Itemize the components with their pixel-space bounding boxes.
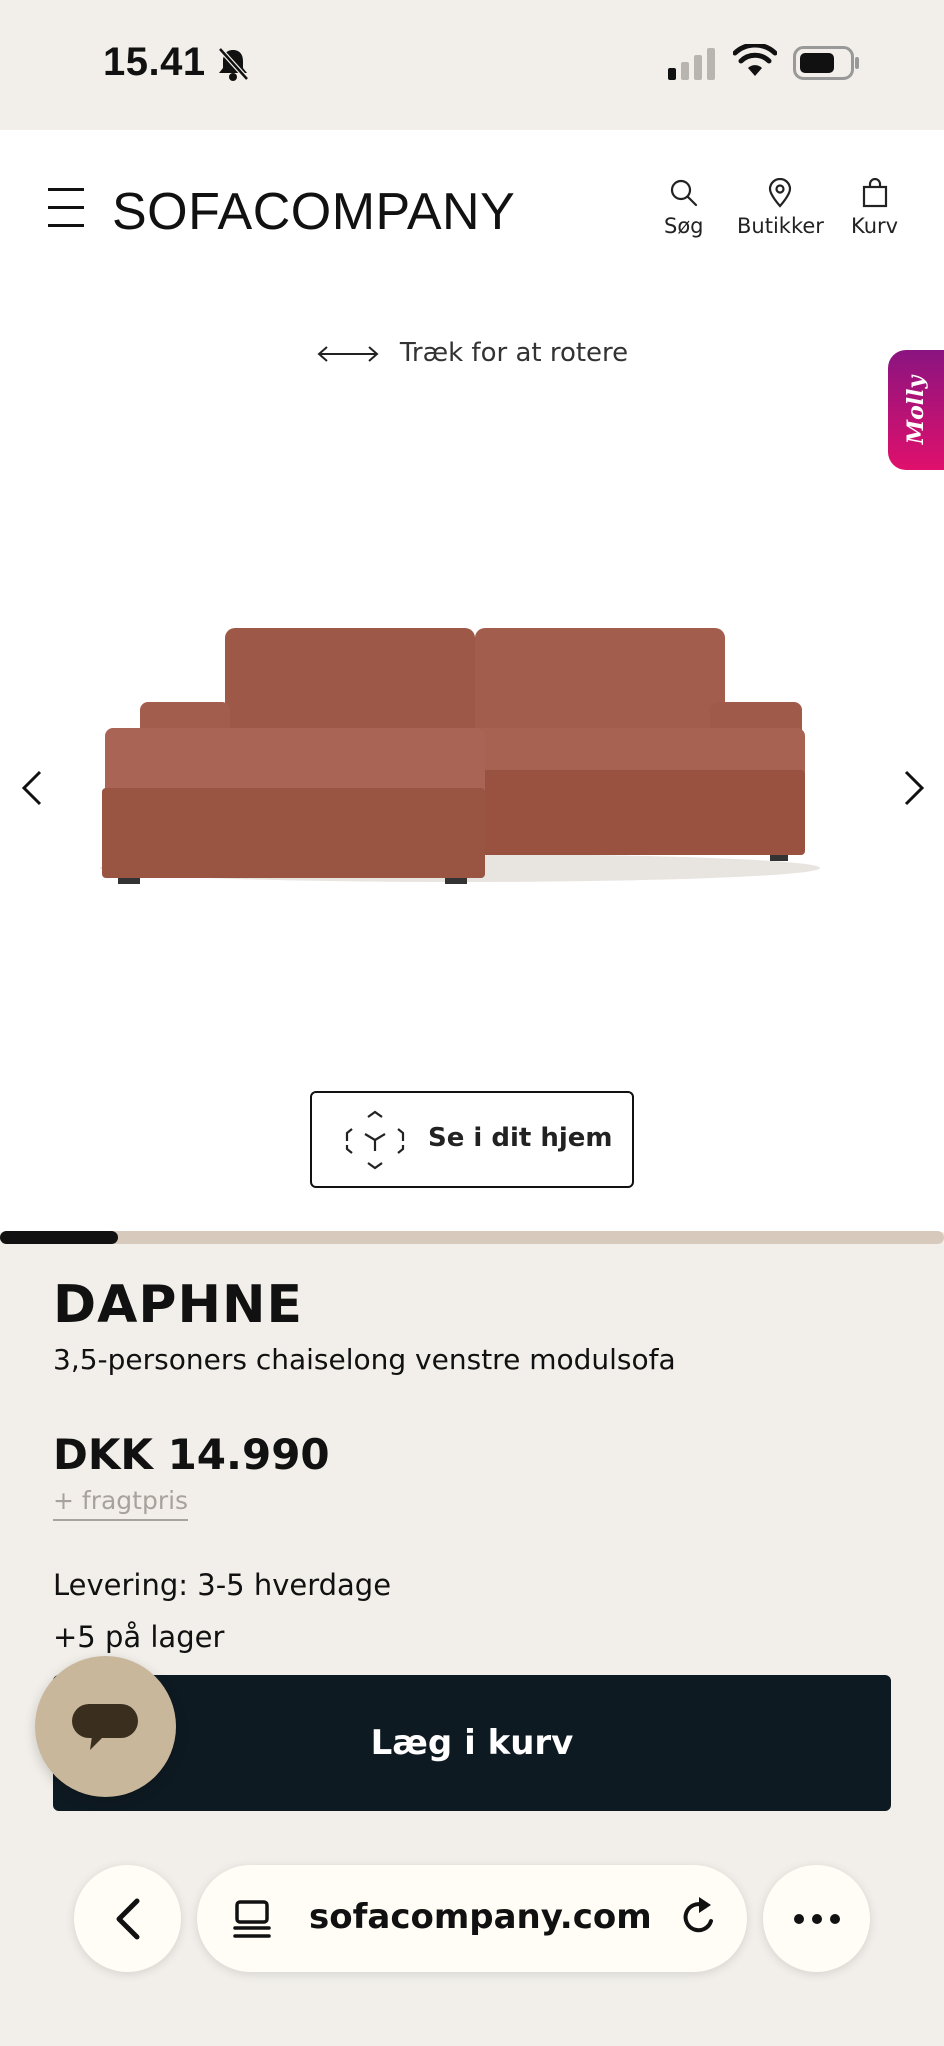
wifi-icon [733, 44, 777, 76]
bell-muted-icon [218, 47, 249, 81]
browser-toolbar: sofacompany.com [0, 1830, 944, 2046]
battery-icon [793, 46, 859, 80]
freight-price-link[interactable]: + fragtpris [53, 1486, 189, 1521]
status-time: 15.41 [103, 40, 206, 84]
cart-label: Kurv [851, 214, 899, 238]
rotate-hint-text: Træk for at rotere [399, 338, 629, 368]
stores-label: Butikker [737, 214, 824, 238]
chevron-right-icon[interactable] [900, 768, 928, 808]
gallery-progress-bar [0, 1231, 944, 1244]
gallery-progress-fill [0, 1231, 118, 1244]
stores-button[interactable]: Butikker [737, 178, 824, 238]
stock-info: +5 på lager [53, 1620, 225, 1654]
cart-button[interactable]: Kurv [851, 178, 898, 238]
product-name: DAPHNE [53, 1275, 304, 1335]
chevron-left-icon [116, 1898, 139, 1939]
ar-cube-icon [345, 1110, 405, 1170]
status-bar: 15.41 [0, 0, 944, 130]
reload-icon[interactable] [679, 1895, 719, 1939]
double-arrow-icon [317, 345, 379, 362]
add-to-cart-button[interactable]: Læg i kurv [53, 1675, 891, 1811]
tabs-icon [233, 1900, 271, 1938]
product-subtitle: 3,5-personers chaiselong venstre modulso… [53, 1343, 676, 1376]
chevron-left-icon[interactable] [18, 768, 46, 808]
search-icon [670, 179, 697, 207]
sofa-image [100, 628, 820, 884]
site-logo[interactable]: SOFACOMPANY [112, 182, 515, 242]
molly-label: Molly [903, 375, 929, 445]
chat-bubble-icon [72, 1704, 138, 1750]
delivery-info: Levering: 3-5 hverdage [53, 1568, 392, 1602]
address-url: sofacompany.com [309, 1897, 652, 1937]
shopping-bag-icon [862, 178, 887, 208]
view-in-home-button[interactable]: Se i dit hjem [310, 1091, 634, 1188]
search-label: Søg [664, 214, 704, 238]
cellular-signal-icon [668, 48, 715, 80]
molly-assistant-tab[interactable]: Molly [888, 350, 944, 470]
chat-button[interactable] [35, 1656, 176, 1797]
product-viewer[interactable]: Træk for at rotere Molly Se i dit hjem [0, 290, 944, 1244]
more-dots-icon [793, 1913, 840, 1924]
browser-more-button[interactable] [763, 1865, 870, 1972]
search-button[interactable]: Søg [664, 178, 704, 238]
hamburger-icon[interactable] [48, 188, 84, 228]
address-bar[interactable]: sofacompany.com [197, 1865, 747, 1972]
browser-back-button[interactable] [74, 1865, 181, 1972]
rotate-hint: Træk for at rotere [0, 338, 944, 368]
view-in-home-label: Se i dit hjem [428, 1123, 613, 1153]
location-pin-icon [769, 178, 792, 208]
site-header: SOFACOMPANY Søg Butikker Kurv [0, 130, 944, 290]
product-price: DKK 14.990 [53, 1430, 330, 1479]
